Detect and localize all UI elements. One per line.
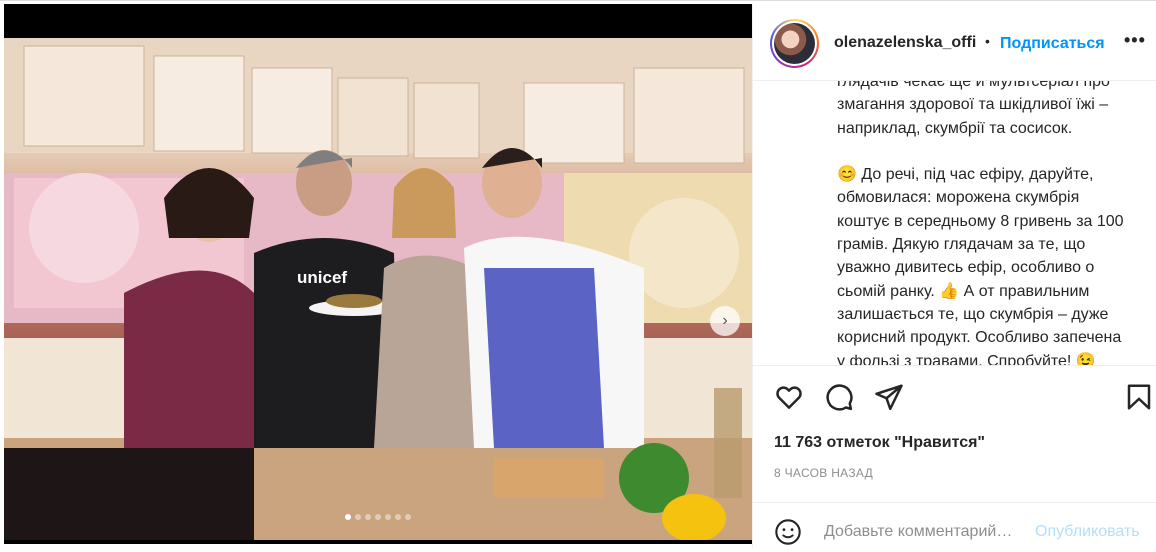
carousel-indicator: [4, 514, 752, 520]
unicef-logo: unicef: [297, 268, 347, 287]
post-side-panel: olenazelenska_offi • Подписаться ••• гля…: [752, 4, 1156, 548]
caption-scroll-area[interactable]: глядачів чекає ще й мультсеріал про змаг…: [753, 81, 1156, 366]
separator-dot: •: [985, 33, 990, 49]
follow-button[interactable]: Подписаться: [1000, 35, 1105, 53]
more-options-button[interactable]: •••: [1124, 30, 1146, 51]
avatar[interactable]: [770, 19, 819, 68]
post-media: unicef ›: [4, 4, 752, 544]
avatar-image: [774, 23, 815, 64]
publish-button[interactable]: Опубликовать: [1035, 523, 1140, 541]
heart-icon[interactable]: [774, 382, 804, 412]
photo-illustration: unicef: [4, 38, 752, 540]
chevron-right-icon: ›: [722, 312, 728, 329]
caption-text: глядачів чекає ще й мультсеріал про змаг…: [837, 81, 1124, 366]
bookmark-icon[interactable]: [1124, 382, 1154, 412]
username-link[interactable]: olenazelenska_offi: [834, 34, 980, 52]
likes-count[interactable]: 11 763 отметок "Нравится": [774, 434, 985, 452]
comment-icon[interactable]: [824, 382, 854, 412]
comment-input[interactable]: [824, 523, 1029, 541]
share-icon[interactable]: [874, 382, 904, 412]
carousel-dot: [385, 514, 391, 520]
divider: [0, 0, 1156, 1]
comment-bar: Опубликовать: [753, 502, 1156, 552]
post-actions: [753, 366, 1156, 426]
instagram-post-dialog: unicef › olenazelenska_offi • Подписатьс…: [0, 0, 1156, 548]
carousel-dot: [365, 514, 371, 520]
carousel-dot: [405, 514, 411, 520]
post-photo[interactable]: unicef ›: [4, 38, 752, 540]
smiley-icon[interactable]: [774, 518, 802, 546]
carousel-dot: [345, 514, 351, 520]
carousel-dot: [375, 514, 381, 520]
post-timestamp[interactable]: 8 ЧАСОВ НАЗАД: [774, 466, 873, 480]
carousel-dot: [395, 514, 401, 520]
post-header: olenazelenska_offi • Подписаться •••: [753, 4, 1156, 81]
next-photo-button[interactable]: ›: [710, 306, 740, 336]
carousel-dot: [355, 514, 361, 520]
